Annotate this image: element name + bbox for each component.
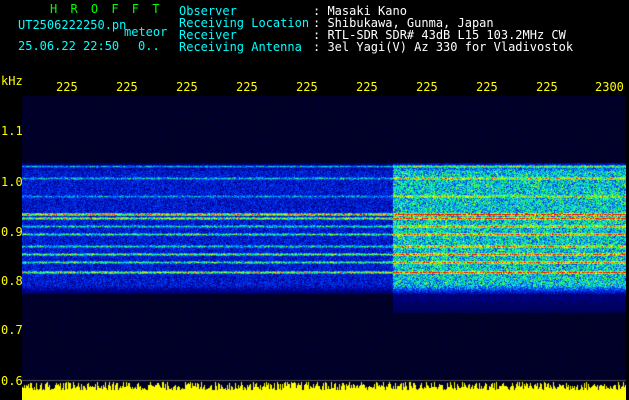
freq-unit-label: kHz (1, 74, 23, 88)
brand-title: H R O F F T (50, 2, 163, 16)
counter: 0.. (138, 39, 160, 53)
freq-tick: 1.0 (1, 175, 23, 189)
freq-tick: 0.6 (1, 374, 23, 388)
info-value-antenna: : 3el Yagi(V) Az 330 for Vladivostok (313, 40, 574, 54)
spectrogram-plot (22, 96, 626, 400)
time-tick: 225 (176, 80, 198, 94)
category-label: meteor (124, 25, 168, 39)
time-tick: 225 (416, 80, 438, 94)
freq-tick: 0.9 (1, 225, 23, 239)
file-name: UT2506222250.pn (18, 18, 127, 32)
time-tick: 225 (236, 80, 258, 94)
time-tick: 225 (296, 80, 318, 94)
time-tick: 225 (116, 80, 138, 94)
info-label-antenna: Receiving Antenna (179, 40, 302, 54)
time-tick: 225 (476, 80, 498, 94)
spectrogram-canvas (22, 96, 626, 400)
freq-tick: 1.1 (1, 124, 23, 138)
time-tick: 225 (356, 80, 378, 94)
date-time: 25.06.22 22:50 (18, 39, 120, 53)
freq-tick: 0.8 (1, 274, 23, 288)
time-tick: 225 (536, 80, 558, 94)
freq-tick: 0.7 (1, 323, 23, 337)
time-tick: 225 (56, 80, 78, 94)
time-tick: 2300 (595, 80, 624, 94)
